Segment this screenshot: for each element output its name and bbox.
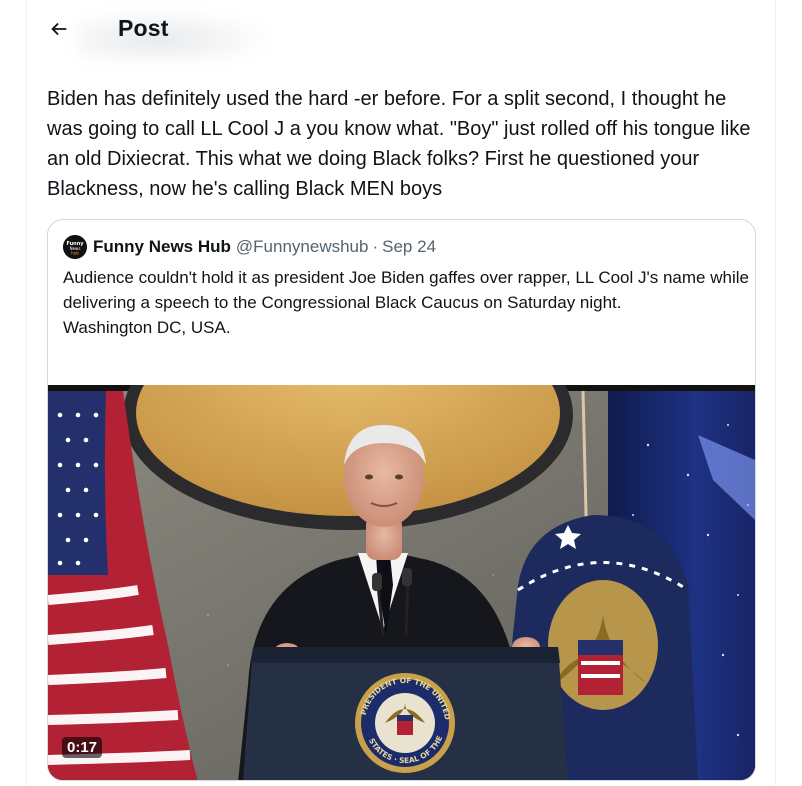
quoted-tweet[interactable]: Funny News hub Funny News Hub @Funnynews… bbox=[47, 219, 756, 781]
video-frame: PRESIDENT OF THE UNITED STATES · SEAL OF… bbox=[48, 385, 755, 780]
video-duration-badge: 0:17 bbox=[62, 737, 103, 758]
post-column: Post Biden has definitely used the hard … bbox=[26, 0, 776, 786]
quoted-tweet-text: Audience couldn't hold it as president J… bbox=[63, 265, 753, 340]
avatar[interactable]: Funny News hub bbox=[63, 235, 87, 259]
quoted-text-line: Audience couldn't hold it as president J… bbox=[63, 268, 749, 312]
back-button[interactable] bbox=[41, 11, 77, 47]
svg-text:hub: hub bbox=[71, 251, 79, 256]
header-blur bbox=[77, 8, 277, 60]
quoted-author-handle[interactable]: @Funnynewshub bbox=[236, 237, 369, 257]
quoted-author-name[interactable]: Funny News Hub bbox=[93, 237, 231, 257]
tweet-text: Biden has definitely used the hard -er b… bbox=[47, 88, 751, 200]
separator-dot: · bbox=[372, 237, 379, 256]
avatar-logo-icon: Funny News hub bbox=[63, 235, 87, 259]
arrow-left-icon bbox=[51, 22, 67, 36]
post-header: Post bbox=[27, 0, 775, 60]
quoted-text-line: Washington DC, USA. bbox=[63, 318, 231, 337]
quoted-date[interactable]: Sep 24 bbox=[382, 237, 436, 257]
page-title: Post bbox=[118, 15, 169, 41]
video-player[interactable]: PRESIDENT OF THE UNITED STATES · SEAL OF… bbox=[48, 385, 755, 780]
quoted-tweet-header: Funny News hub Funny News Hub @Funnynews… bbox=[63, 234, 436, 260]
presidential-seal: PRESIDENT OF THE UNITED STATES · SEAL OF… bbox=[355, 673, 455, 773]
